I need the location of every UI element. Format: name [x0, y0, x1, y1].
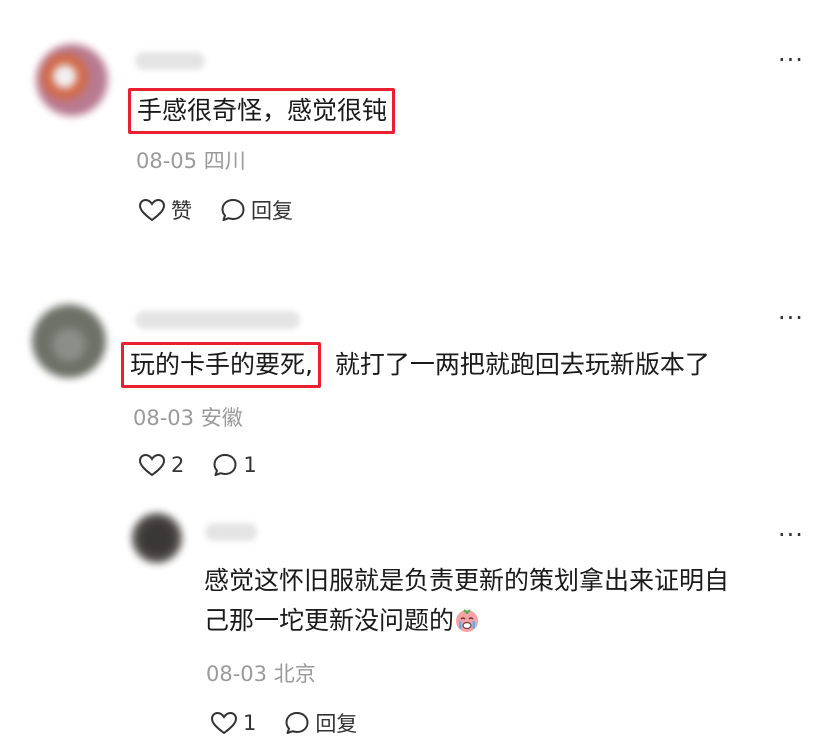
- more-options-button[interactable]: ···: [778, 48, 804, 72]
- avatar[interactable]: [36, 44, 108, 116]
- comment-bubble-icon: [221, 199, 245, 221]
- reply-actions: 1 回复: [210, 708, 385, 738]
- comment-location: 四川: [203, 149, 246, 173]
- like-label: 赞: [171, 199, 192, 223]
- comment-date: 08-03: [133, 406, 195, 430]
- username-blurred[interactable]: [135, 311, 300, 329]
- comment-bubble-icon: [285, 712, 309, 734]
- like-button[interactable]: 赞: [138, 195, 192, 225]
- avatar[interactable]: [132, 513, 182, 563]
- comment-actions: 2 1: [138, 452, 285, 478]
- reply-location: 北京: [273, 662, 316, 686]
- like-count: 1: [243, 711, 257, 735]
- avatar[interactable]: [32, 304, 106, 378]
- reply-text-line-1: 感觉这怀旧服就是负责更新的策划拿出来证明自: [204, 566, 730, 595]
- username-blurred[interactable]: [205, 523, 257, 541]
- reply-text-line-2-wrap: 己那一坨更新没问题的: [204, 601, 729, 641]
- comment-text-rest: 就打了一两把就跑回去玩新版本了: [334, 350, 710, 379]
- comment-item: ··· 手感很奇怪，感觉很钝 08-05 四川 赞 回复: [0, 0, 838, 250]
- highlighted-text: 手感很奇怪，感觉很钝: [128, 88, 396, 134]
- reply-label: 回复: [251, 199, 293, 223]
- heart-icon: [138, 198, 166, 222]
- more-options-button[interactable]: ···: [778, 523, 804, 547]
- reply-text: 感觉这怀旧服就是负责更新的策划拿出来证明自 己那一坨更新没问题的: [204, 561, 729, 641]
- heart-icon: [138, 453, 166, 477]
- reply-item: ··· 感觉这怀旧服就是负责更新的策划拿出来证明自 己那一坨更新没问题的 08-…: [0, 505, 838, 740]
- like-button[interactable]: 1: [210, 711, 256, 735]
- reply-meta: 08-03 北京: [206, 662, 316, 686]
- crying-face-emoji-icon: [456, 609, 479, 632]
- reply-button[interactable]: 回复: [220, 195, 293, 225]
- comment-item: ··· 玩的卡手的要死, 就打了一两把就跑回去玩新版本了 08-03 安徽 2 …: [0, 290, 838, 500]
- reply-button[interactable]: 1: [212, 452, 257, 478]
- comment-meta: 08-03 安徽: [133, 406, 243, 430]
- like-count: 2: [171, 453, 185, 477]
- comment-text: 手感很奇怪，感觉很钝: [128, 88, 396, 134]
- comment-text: 玩的卡手的要死, 就打了一两把就跑回去玩新版本了: [121, 342, 710, 388]
- comment-location: 安徽: [200, 406, 243, 430]
- heart-icon: [210, 711, 238, 735]
- comment-actions: 赞 回复: [138, 195, 321, 225]
- comment-meta: 08-05 四川: [136, 149, 246, 173]
- reply-label: 回复: [315, 712, 358, 736]
- reply-button[interactable]: 回复: [284, 708, 357, 738]
- reply-date: 08-03: [206, 662, 268, 686]
- more-options-button[interactable]: ···: [778, 306, 804, 330]
- like-button[interactable]: 2: [138, 453, 184, 477]
- username-blurred[interactable]: [135, 52, 205, 70]
- comment-date: 08-05: [136, 149, 198, 173]
- reply-count: 1: [243, 453, 257, 477]
- comment-bubble-icon: [213, 454, 237, 476]
- highlighted-text: 玩的卡手的要死,: [121, 342, 321, 388]
- reply-text-line-2: 己那一坨更新没问题的: [204, 606, 455, 635]
